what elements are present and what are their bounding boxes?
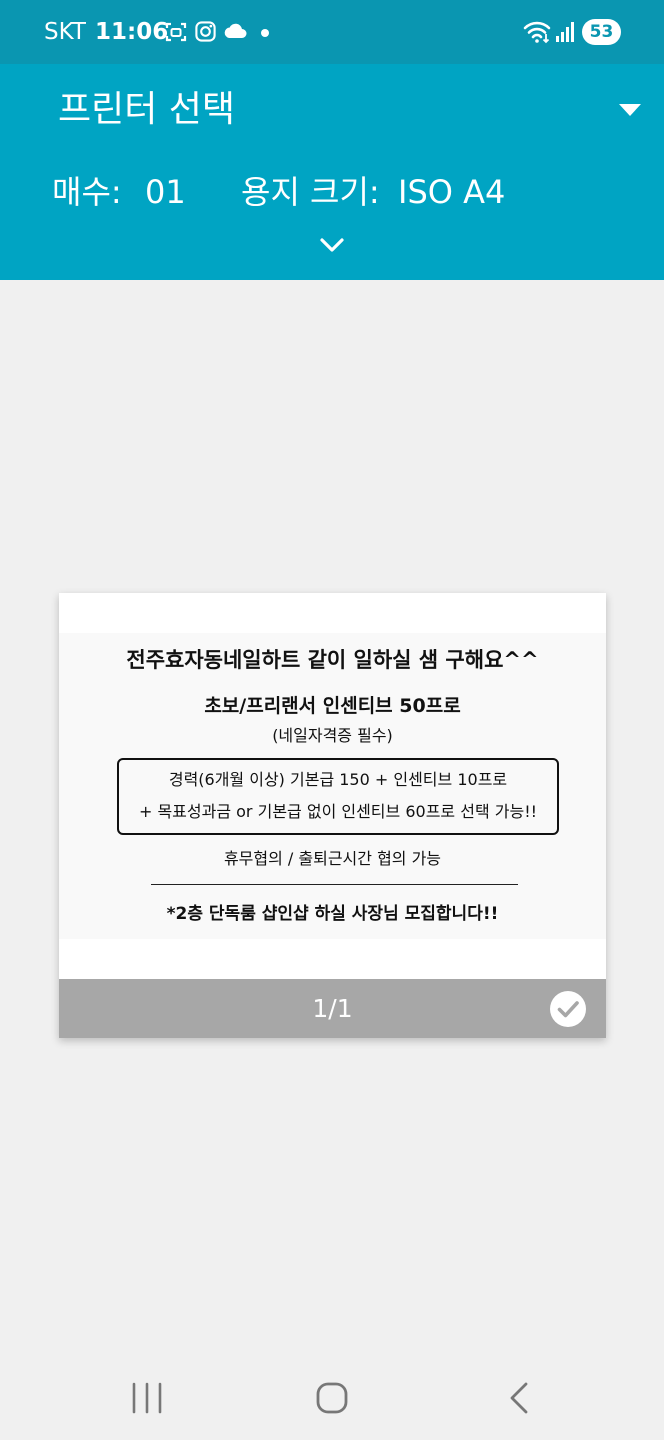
print-settings-header: 프린터 선택 매수: 01 용지 크기: ISO A4: [0, 64, 664, 280]
dropdown-arrow-icon: [619, 104, 641, 116]
document-note: (네일자격증 필수): [272, 726, 393, 745]
copies-value: 01: [145, 173, 186, 211]
screenshot-icon: [165, 22, 187, 42]
carrier-label: SKT: [44, 19, 86, 45]
document-box-line-2: + 목표성과금 or 기본급 없이 인센티브 60프로 선택 가능!!: [138, 802, 538, 821]
document-subtitle: 초보/프리랜서 인센티브 50프로: [204, 695, 461, 717]
back-icon[interactable]: [504, 1378, 534, 1418]
notification-dot: [261, 29, 269, 37]
wifi-icon: [523, 21, 551, 44]
instagram-icon: [195, 21, 216, 42]
home-icon[interactable]: [314, 1378, 350, 1418]
status-time: 11:06: [95, 19, 169, 45]
print-settings-summary: 매수: 01 용지 크기: ISO A4: [0, 164, 664, 220]
signal-icon: [556, 22, 574, 42]
document-box-line-1: 경력(6개월 이상) 기본급 150 + 인센티브 10프로: [168, 770, 508, 789]
battery-icon: 53: [582, 19, 621, 45]
chevron-down-icon[interactable]: [319, 236, 345, 254]
cloud-icon: [224, 23, 247, 38]
recent-apps-icon[interactable]: [130, 1378, 164, 1418]
page-selected-check-icon[interactable]: [549, 990, 587, 1028]
printer-select-dropdown[interactable]: 프린터 선택: [0, 64, 664, 156]
copies-label: 매수:: [52, 173, 122, 211]
document-title: 전주효자동네일하트 같이 일하실 샘 구해요^^: [126, 648, 539, 672]
page-bar: 1/1: [59, 979, 606, 1038]
document-box: 경력(6개월 이상) 기본급 150 + 인센티브 10프로 + 목표성과금 o…: [117, 758, 559, 835]
status-bar: SKT 11:06 53: [0, 0, 664, 64]
document-content: 전주효자동네일하트 같이 일하실 샘 구해요^^ 초보/프리랜서 인센티브 50…: [59, 633, 606, 939]
page-preview[interactable]: 전주효자동네일하트 같이 일하실 샘 구해요^^ 초보/프리랜서 인센티브 50…: [59, 593, 606, 1038]
document-divider: [151, 884, 518, 885]
paper-size-value: ISO A4: [398, 173, 506, 211]
printer-title: 프린터 선택: [58, 89, 236, 130]
page-counter: 1/1: [312, 994, 353, 1023]
document-recruit: *2층 단독룸 샵인샵 하실 사장님 모집합니다!!: [166, 904, 499, 924]
document-hours: 휴무협의 / 출퇴근시간 협의 가능: [223, 849, 442, 868]
paper-size-label: 용지 크기:: [241, 173, 380, 211]
